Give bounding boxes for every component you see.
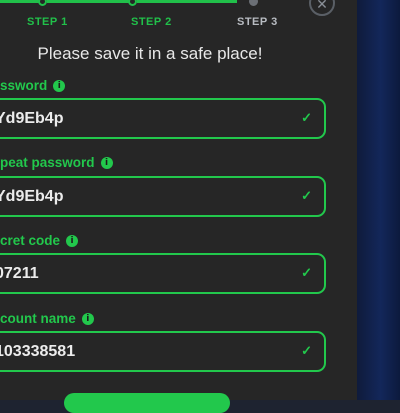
check-icon: ✓ [301, 110, 312, 125]
account-name-label: count name i [0, 311, 94, 326]
check-icon: ✓ [301, 343, 312, 358]
step-progress-line [137, 0, 237, 3]
info-icon[interactable]: i [100, 156, 113, 169]
secret-code-label: cret code i [0, 233, 79, 248]
close-icon: ✕ [316, 0, 328, 12]
info-icon[interactable]: i [81, 312, 94, 325]
step-2-dot [128, 0, 137, 6]
step-3-label: STEP 3 [237, 16, 278, 28]
password-input[interactable] [0, 100, 292, 137]
secret-code-field: ✓ [0, 253, 326, 294]
password-field: ✓ [0, 98, 326, 139]
check-icon: ✓ [301, 188, 312, 203]
password-label: ssword i [0, 78, 66, 93]
account-name-input[interactable] [0, 333, 292, 370]
account-name-field: ✓ [0, 331, 326, 372]
step-3-dot [249, 0, 258, 6]
repeat-password-field: ✓ [0, 176, 326, 217]
step-progress-line [0, 0, 40, 3]
info-icon[interactable]: i [66, 234, 79, 247]
repeat-password-label: peat password i [0, 155, 113, 170]
step-1-label: STEP 1 [27, 16, 68, 28]
close-button[interactable]: ✕ [309, 0, 335, 16]
step-2-label: STEP 2 [131, 16, 172, 28]
step-1-dot [38, 0, 47, 6]
page-headline: Please save it in a safe place! [37, 44, 263, 63]
step-progress-line [47, 0, 130, 3]
continue-button[interactable] [64, 393, 230, 413]
page-backdrop [357, 0, 400, 400]
repeat-password-input[interactable] [0, 178, 292, 215]
signup-panel: ✕ STEP 1 STEP 2 STEP 3 Please save it in… [0, 0, 357, 413]
secret-code-input[interactable] [0, 255, 292, 292]
info-icon[interactable]: i [53, 79, 66, 92]
check-icon: ✓ [301, 265, 312, 280]
